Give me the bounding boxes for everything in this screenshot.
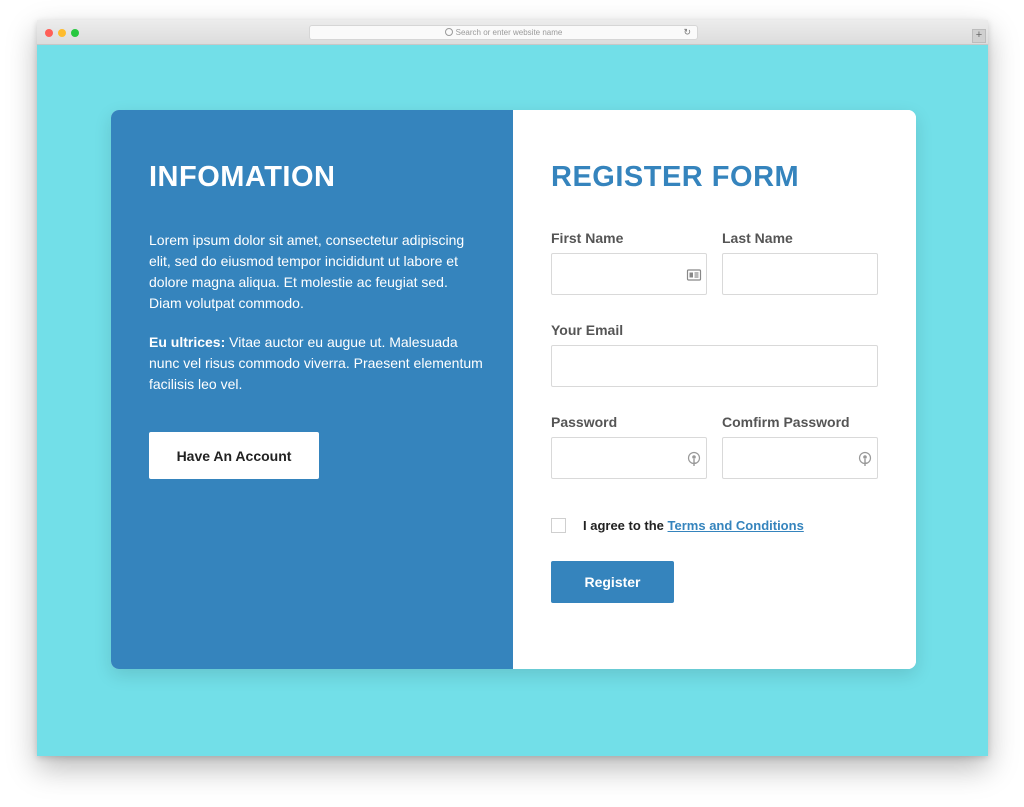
register-button[interactable]: Register [551, 561, 674, 603]
last-name-label: Last Name [722, 230, 793, 246]
password-field[interactable] [551, 437, 707, 479]
agree-label: I agree to the Terms and Conditions [583, 518, 804, 533]
zoom-window-button[interactable] [71, 29, 79, 37]
minimize-window-button[interactable] [58, 29, 66, 37]
first-name-input[interactable] [552, 254, 706, 294]
first-name-field[interactable] [551, 253, 707, 295]
password-input[interactable] [552, 438, 706, 478]
contact-card-icon [686, 269, 702, 281]
information-panel: INFOMATION Lorem ipsum dolor sit amet, c… [111, 110, 513, 669]
last-name-input[interactable] [723, 254, 877, 294]
key-icon [858, 451, 872, 466]
agree-text: I agree to the [583, 518, 668, 533]
password-label: Password [551, 414, 618, 430]
information-paragraph: Lorem ipsum dolor sit amet, consectetur … [149, 232, 465, 311]
browser-titlebar: Search or enter website name ↻ + [37, 20, 988, 45]
browser-window: Search or enter website name ↻ + INFOMAT… [37, 20, 988, 756]
close-window-button[interactable] [45, 29, 53, 37]
register-form-panel: REGISTER FORM First Name Last Name Your … [513, 110, 916, 669]
register-card: INFOMATION Lorem ipsum dolor sit amet, c… [111, 110, 916, 669]
first-name-label: First Name [551, 230, 624, 246]
address-bar-placeholder: Search or enter website name [455, 28, 563, 37]
terms-link[interactable]: Terms and Conditions [668, 518, 804, 533]
email-field[interactable] [551, 345, 878, 387]
confirm-password-field[interactable] [722, 437, 878, 479]
email-input[interactable] [552, 346, 877, 386]
agree-checkbox[interactable] [551, 518, 566, 533]
search-icon [444, 28, 453, 36]
email-label: Your Email [551, 322, 624, 338]
key-icon [687, 451, 701, 466]
confirm-password-label: Comfirm Password [722, 414, 850, 430]
information-paragraph-2-lead: Eu ultrices: [149, 334, 226, 350]
new-tab-button[interactable]: + [972, 29, 986, 43]
information-title: INFOMATION [149, 161, 336, 193]
last-name-field[interactable] [722, 253, 878, 295]
register-form-title: REGISTER FORM [551, 161, 800, 193]
information-paragraph-2: Eu ultrices: Vitae auctor eu augue ut. M… [149, 332, 484, 395]
have-account-button[interactable]: Have An Account [149, 432, 319, 479]
confirm-password-input[interactable] [723, 438, 877, 478]
reload-icon[interactable]: ↻ [683, 26, 691, 39]
address-bar[interactable]: Search or enter website name ↻ [309, 25, 698, 40]
